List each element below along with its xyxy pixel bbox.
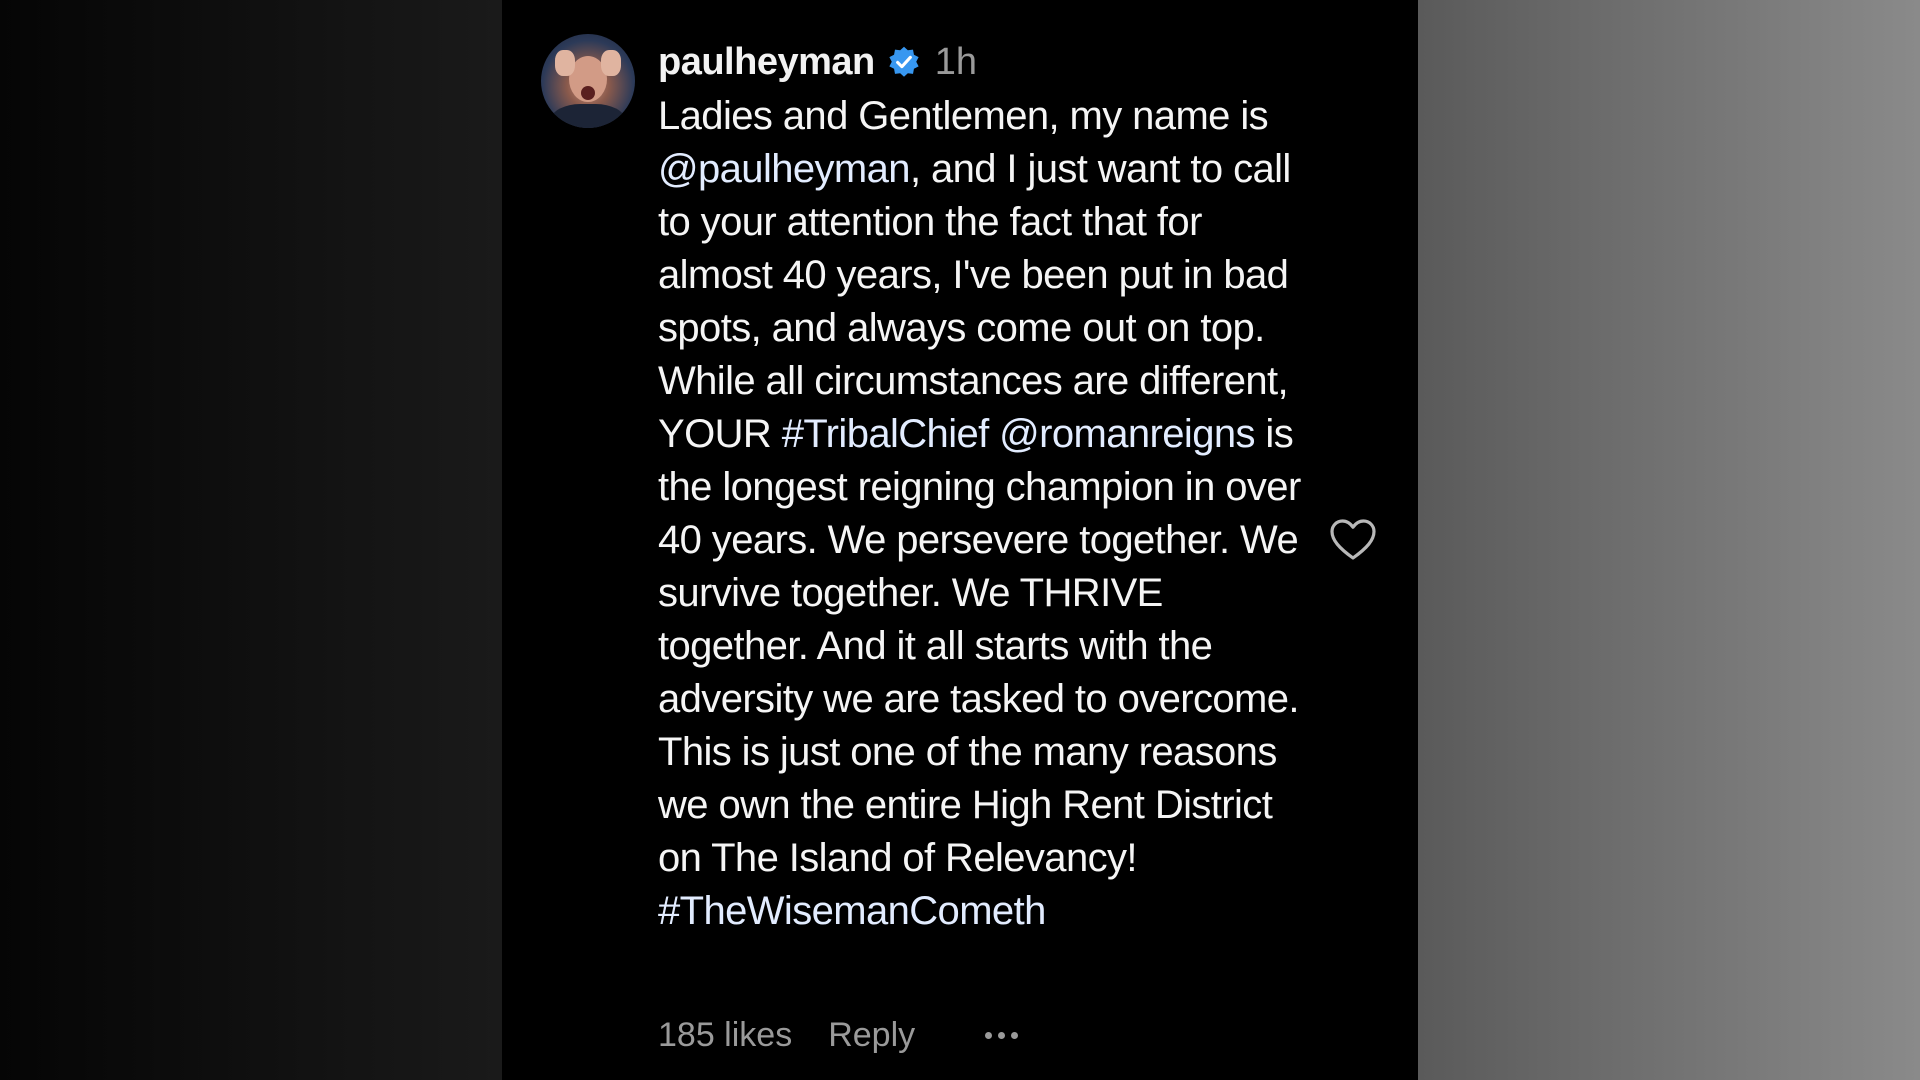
comment-text-segment [989, 412, 1000, 456]
background-left [0, 0, 502, 1080]
timestamp[interactable]: 1h [935, 41, 977, 84]
comment-text-segment: , and I just want to call to your attent… [658, 147, 1291, 456]
verified-badge-icon [889, 46, 919, 77]
comment-text-segment: Ladies and Gentlemen, my name is [658, 94, 1269, 138]
background-right [1418, 0, 1920, 1080]
comment-text-segment: is the longest reigning champion in over… [658, 412, 1301, 880]
comment-footer: 185 likes Reply [658, 1010, 1019, 1060]
more-options-icon[interactable] [985, 1031, 1019, 1039]
comment-text: Ladies and Gentlemen, my name is @paulhe… [658, 90, 1318, 938]
reply-button[interactable]: Reply [828, 1016, 915, 1055]
avatar[interactable] [541, 34, 635, 128]
hashtag-tribalchief-link[interactable]: #TribalChief [782, 412, 990, 456]
mention-romanreigns-link[interactable]: @romanreigns [999, 412, 1255, 456]
comment-header: paulheyman 1h [658, 36, 977, 88]
heart-icon[interactable] [1329, 518, 1377, 562]
hashtag-thewisemancometh-link[interactable]: #TheWisemanCometh [658, 889, 1046, 933]
mention-paulheyman-link[interactable]: @paulheyman [658, 147, 911, 191]
likes-count[interactable]: 185 likes [658, 1016, 792, 1055]
username-link[interactable]: paulheyman [658, 41, 875, 84]
